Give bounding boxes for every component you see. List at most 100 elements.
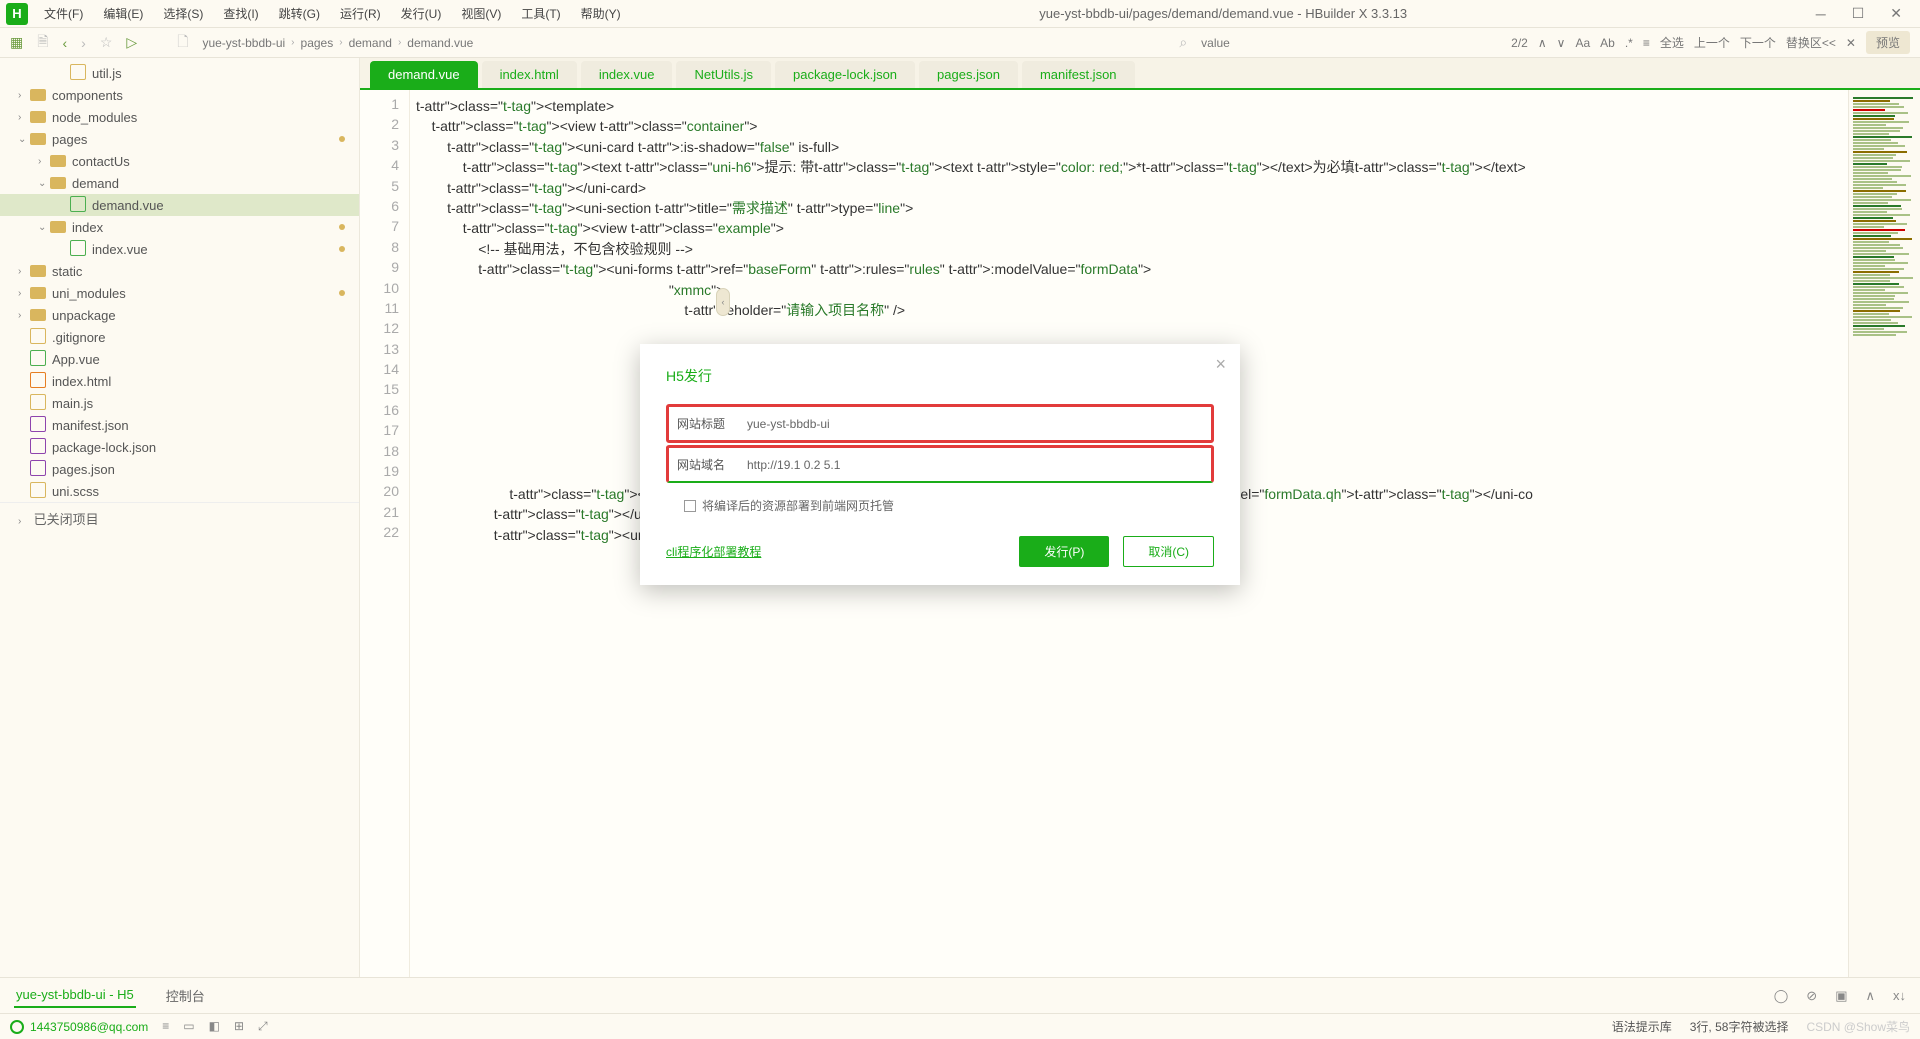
- menu-select[interactable]: 选择(S): [153, 5, 213, 22]
- breadcrumb-root[interactable]: yue-yst-bbdb-ui: [202, 36, 285, 50]
- tree-item[interactable]: package-lock.json: [0, 436, 359, 458]
- tree-item[interactable]: ⌄pages: [0, 128, 359, 150]
- tree-item[interactable]: demand.vue: [0, 194, 359, 216]
- tab-demand-vue[interactable]: demand.vue: [370, 61, 478, 88]
- cancel-button[interactable]: 取消(C): [1123, 536, 1214, 567]
- find-word-icon[interactable]: Ab: [1600, 36, 1615, 50]
- cli-tutorial-link[interactable]: cli程序化部署教程: [666, 543, 761, 560]
- star-icon[interactable]: ☆: [100, 34, 113, 51]
- minimize-icon[interactable]: ─: [1816, 6, 1826, 22]
- find-selectall[interactable]: 全选: [1660, 34, 1684, 51]
- menu-view[interactable]: 视图(V): [451, 5, 511, 22]
- find-prev[interactable]: 上一个: [1694, 34, 1730, 51]
- toolbar: ▦ 🗎 ‹ › ☆ ▷ 🗋 yue-yst-bbdb-ui› pages› de…: [0, 28, 1920, 58]
- menu-run[interactable]: 运行(R): [330, 5, 391, 22]
- minimap[interactable]: [1848, 90, 1920, 977]
- console-expand-icon[interactable]: ∧: [1865, 988, 1875, 1004]
- menu-edit[interactable]: 编辑(E): [93, 5, 153, 22]
- label-site-title: 网站标题: [677, 415, 747, 432]
- menu-help[interactable]: 帮助(Y): [571, 5, 631, 22]
- tree-item[interactable]: ›components: [0, 84, 359, 106]
- tab-package-lock[interactable]: package-lock.json: [775, 61, 915, 88]
- find-case-icon[interactable]: Aa: [1575, 36, 1590, 50]
- find-count: 2/2: [1511, 36, 1528, 50]
- tree-item[interactable]: main.js: [0, 392, 359, 414]
- save-icon[interactable]: 🗎: [37, 31, 48, 55]
- file-icon: [70, 64, 92, 83]
- tab-netutils[interactable]: NetUtils.js: [676, 61, 771, 88]
- tree-item[interactable]: .gitignore: [0, 326, 359, 348]
- console-clear-icon[interactable]: ⊘: [1806, 988, 1817, 1004]
- publish-button[interactable]: 发行(P): [1019, 536, 1109, 567]
- back-icon[interactable]: ‹: [63, 35, 68, 51]
- sb-icon[interactable]: ≡: [162, 1019, 169, 1034]
- tree-item[interactable]: index.html: [0, 370, 359, 392]
- maximize-icon[interactable]: ☐: [1852, 5, 1865, 22]
- input-site-title[interactable]: yue-yst-bbdb-ui: [747, 417, 1203, 431]
- tree-item[interactable]: ›static: [0, 260, 359, 282]
- tab-pages-json[interactable]: pages.json: [919, 61, 1018, 88]
- tree-item[interactable]: ⌄index: [0, 216, 359, 238]
- sb-icon[interactable]: ◧: [209, 1019, 220, 1034]
- menu-publish[interactable]: 发行(U): [391, 5, 452, 22]
- breadcrumb-leaf[interactable]: demand.vue: [407, 36, 473, 50]
- console-tab-project[interactable]: yue-yst-bbdb-ui - H5: [14, 983, 136, 1008]
- console-stop-icon[interactable]: ◯: [1774, 988, 1789, 1004]
- menu-tools[interactable]: 工具(T): [511, 5, 570, 22]
- close-icon[interactable]: ✕: [1890, 5, 1902, 22]
- breadcrumb-seg[interactable]: pages: [301, 36, 334, 50]
- tree-item[interactable]: ›node_modules: [0, 106, 359, 128]
- console-tab-console[interactable]: 控制台: [164, 982, 207, 1009]
- find-close-icon[interactable]: ✕: [1846, 36, 1856, 50]
- menu-find[interactable]: 查找(I): [213, 5, 268, 22]
- find-regex-icon[interactable]: .*: [1625, 36, 1633, 50]
- tree-item[interactable]: ›unpackage: [0, 304, 359, 326]
- new-file-icon[interactable]: ▦: [10, 34, 23, 51]
- sidebar-collapse-icon[interactable]: ‹: [716, 288, 730, 316]
- tree-item[interactable]: ⌄demand: [0, 172, 359, 194]
- modal-close-icon[interactable]: ×: [1215, 354, 1226, 375]
- user-icon[interactable]: [10, 1020, 24, 1034]
- find-next-icon[interactable]: ∨: [1557, 36, 1566, 50]
- tree-label: util.js: [92, 66, 122, 81]
- syntax-lib[interactable]: 语法提示库: [1612, 1018, 1672, 1035]
- tree-item[interactable]: util.js: [0, 62, 359, 84]
- tree-item[interactable]: App.vue: [0, 348, 359, 370]
- sb-icon[interactable]: ▭: [183, 1019, 194, 1034]
- console-copy-icon[interactable]: ▣: [1835, 988, 1847, 1004]
- tab-manifest[interactable]: manifest.json: [1022, 61, 1135, 88]
- file-icon: [70, 240, 92, 259]
- sb-icon[interactable]: ⤢: [258, 1019, 268, 1034]
- input-domain[interactable]: http://19.1 0.2 5.1: [747, 458, 1203, 472]
- console-close-icon[interactable]: x↓: [1893, 988, 1906, 1004]
- find-input[interactable]: value: [1201, 36, 1501, 50]
- closed-projects[interactable]: › 已关闭项目: [0, 502, 359, 534]
- tree-item[interactable]: manifest.json: [0, 414, 359, 436]
- tree-item[interactable]: pages.json: [0, 458, 359, 480]
- file-tree[interactable]: util.js ›components›node_modules⌄pages›co…: [0, 58, 360, 977]
- deploy-label: 将编译后的资源部署到前端网页托管: [702, 497, 894, 514]
- preview-button[interactable]: 预览: [1866, 31, 1910, 54]
- tab-index-vue[interactable]: index.vue: [581, 61, 673, 88]
- login-email[interactable]: 1443750986@qq.com: [30, 1020, 148, 1034]
- tree-item[interactable]: ›uni_modules: [0, 282, 359, 304]
- folder-icon: [30, 89, 46, 101]
- tree-item[interactable]: uni.scss: [0, 480, 359, 502]
- menu-file[interactable]: 文件(F): [34, 5, 93, 22]
- breadcrumb-seg[interactable]: demand: [349, 36, 392, 50]
- menu-goto[interactable]: 跳转(G): [269, 5, 330, 22]
- deploy-checkbox-row[interactable]: 将编译后的资源部署到前端网页托管: [666, 485, 1214, 522]
- checkbox-icon[interactable]: [684, 500, 696, 512]
- modified-dot-icon: [339, 246, 345, 252]
- run-icon[interactable]: ▷: [126, 34, 137, 51]
- find-next[interactable]: 下一个: [1740, 34, 1776, 51]
- search-icon[interactable]: ⌕: [1179, 34, 1187, 51]
- tab-index-html[interactable]: index.html: [482, 61, 577, 88]
- forward-icon[interactable]: ›: [81, 35, 86, 51]
- sb-icon[interactable]: ⊞: [234, 1019, 244, 1034]
- find-replace[interactable]: 替换区<<: [1786, 34, 1836, 51]
- tree-item[interactable]: index.vue: [0, 238, 359, 260]
- tree-item[interactable]: ›contactUs: [0, 150, 359, 172]
- find-prev-icon[interactable]: ∧: [1538, 36, 1547, 50]
- find-list-icon[interactable]: ≡: [1643, 36, 1650, 50]
